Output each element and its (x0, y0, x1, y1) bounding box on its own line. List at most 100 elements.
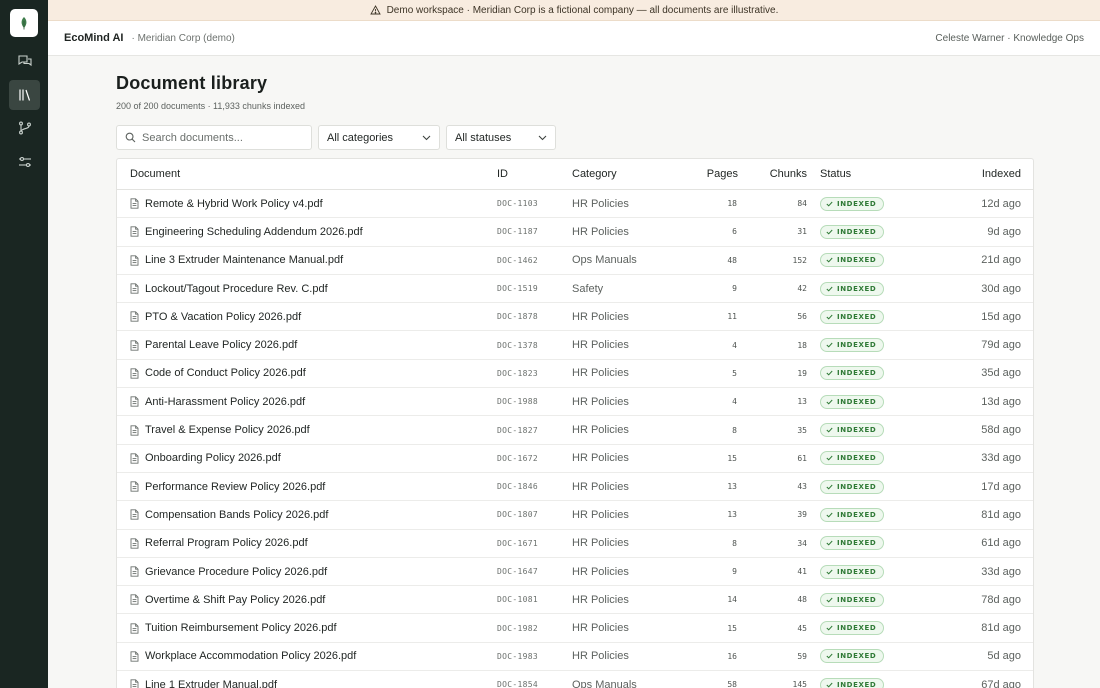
document-cell[interactable]: Parental Leave Policy 2026.pdf (130, 339, 297, 351)
table-row[interactable]: Line 1 Extruder Manual.pdf DOC-1854 Ops … (117, 671, 1033, 688)
col-header-status[interactable]: Status (820, 168, 851, 180)
document-cell[interactable]: Line 3 Extruder Maintenance Manual.pdf (130, 254, 343, 266)
col-header-chunks[interactable]: Chunks (770, 168, 807, 180)
document-name[interactable]: Parental Leave Policy 2026.pdf (145, 339, 297, 351)
document-name[interactable]: Compensation Bands Policy 2026.pdf (145, 509, 328, 521)
document-id: DOC-1103 (497, 199, 538, 209)
status-label: INDEXED (837, 510, 877, 519)
check-icon (826, 484, 833, 490)
table-row[interactable]: Parental Leave Policy 2026.pdf DOC-1378 … (117, 331, 1033, 360)
document-cell[interactable]: Grievance Procedure Policy 2026.pdf (130, 566, 327, 578)
document-name[interactable]: Overtime & Shift Pay Policy 2026.pdf (145, 594, 325, 606)
search-box[interactable] (116, 125, 312, 150)
table-row[interactable]: Lockout/Tagout Procedure Rev. C.pdf DOC-… (117, 275, 1033, 304)
table-row[interactable]: Tuition Reimbursement Policy 2026.pdf DO… (117, 614, 1033, 643)
document-name[interactable]: Onboarding Policy 2026.pdf (145, 452, 281, 464)
document-category: Ops Manuals (572, 678, 637, 688)
table-row[interactable]: Code of Conduct Policy 2026.pdf DOC-1823… (117, 360, 1033, 389)
col-header-id[interactable]: ID (497, 168, 508, 180)
document-pages: 8 (732, 538, 737, 548)
search-input[interactable] (142, 131, 302, 144)
status-select[interactable]: All statuses (446, 125, 556, 150)
document-name[interactable]: Anti-Harassment Policy 2026.pdf (145, 396, 305, 408)
table-row[interactable]: Onboarding Policy 2026.pdf DOC-1672 HR P… (117, 445, 1033, 473)
table-row[interactable]: Compensation Bands Policy 2026.pdf DOC-1… (117, 501, 1033, 530)
document-category: HR Policies (572, 424, 629, 437)
document-cell[interactable]: Line 1 Extruder Manual.pdf (130, 679, 277, 688)
document-name[interactable]: Tuition Reimbursement Policy 2026.pdf (145, 622, 337, 634)
table-row[interactable]: Grievance Procedure Policy 2026.pdf DOC-… (117, 558, 1033, 587)
document-name[interactable]: Performance Review Policy 2026.pdf (145, 481, 325, 493)
document-cell[interactable]: Lockout/Tagout Procedure Rev. C.pdf (130, 283, 328, 295)
library-icon (18, 89, 30, 101)
file-icon (130, 651, 139, 662)
document-chunks: 41 (797, 567, 807, 576)
document-cell[interactable]: Performance Review Policy 2026.pdf (130, 481, 325, 493)
status-label: INDEXED (837, 284, 877, 293)
table-row[interactable]: Referral Program Policy 2026.pdf DOC-167… (117, 530, 1033, 558)
document-cell[interactable]: Tuition Reimbursement Policy 2026.pdf (130, 622, 337, 634)
document-chunks: 61 (797, 453, 807, 463)
document-cell[interactable]: Engineering Scheduling Addendum 2026.pdf (130, 226, 363, 238)
brand-name[interactable]: EcoMind AI (64, 32, 123, 44)
document-name[interactable]: PTO & Vacation Policy 2026.pdf (145, 311, 301, 323)
search-icon (125, 132, 136, 143)
col-header-document[interactable]: Document (130, 168, 180, 180)
document-name[interactable]: Line 3 Extruder Maintenance Manual.pdf (145, 254, 343, 266)
document-cell[interactable]: Workplace Accommodation Policy 2026.pdf (130, 650, 356, 662)
document-name[interactable]: Referral Program Policy 2026.pdf (145, 537, 308, 549)
status-badge: INDEXED (820, 564, 885, 579)
file-icon (130, 566, 139, 577)
document-cell[interactable]: PTO & Vacation Policy 2026.pdf (130, 311, 301, 323)
document-name[interactable]: Travel & Expense Policy 2026.pdf (145, 424, 310, 436)
rail-settings-button[interactable] (9, 147, 40, 177)
document-name[interactable]: Engineering Scheduling Addendum 2026.pdf (145, 226, 363, 238)
document-name[interactable]: Code of Conduct Policy 2026.pdf (145, 367, 306, 379)
document-cell[interactable]: Code of Conduct Policy 2026.pdf (130, 367, 306, 379)
document-name[interactable]: Line 1 Extruder Manual.pdf (145, 679, 277, 688)
document-name[interactable]: Grievance Procedure Policy 2026.pdf (145, 566, 327, 578)
table-row[interactable]: Travel & Expense Policy 2026.pdf DOC-182… (117, 416, 1033, 445)
status-badge: INDEXED (820, 536, 885, 551)
document-cell[interactable]: Anti-Harassment Policy 2026.pdf (130, 396, 305, 408)
table-row[interactable]: Remote & Hybrid Work Policy v4.pdf DOC-1… (117, 190, 1033, 219)
document-category: HR Policies (572, 367, 629, 380)
document-indexed: 21d ago (981, 254, 1021, 267)
user-info[interactable]: Celeste Warner · Knowledge Ops (935, 33, 1084, 44)
document-cell[interactable]: Overtime & Shift Pay Policy 2026.pdf (130, 594, 325, 606)
document-indexed: 17d ago (981, 480, 1021, 493)
table-row[interactable]: Line 3 Extruder Maintenance Manual.pdf D… (117, 247, 1033, 275)
table-row[interactable]: Anti-Harassment Policy 2026.pdf DOC-1988… (117, 388, 1033, 417)
table-row[interactable]: Overtime & Shift Pay Policy 2026.pdf DOC… (117, 586, 1033, 615)
status-cell: INDEXED (820, 224, 885, 239)
document-chunks: 56 (797, 312, 807, 322)
app-logo[interactable] (10, 9, 38, 37)
document-cell[interactable]: Remote & Hybrid Work Policy v4.pdf (130, 198, 323, 210)
document-cell[interactable]: Compensation Bands Policy 2026.pdf (130, 509, 328, 521)
document-cell[interactable]: Travel & Expense Policy 2026.pdf (130, 424, 310, 436)
col-header-category[interactable]: Category (572, 168, 617, 180)
document-cell[interactable]: Referral Program Policy 2026.pdf (130, 537, 308, 549)
table-row[interactable]: PTO & Vacation Policy 2026.pdf DOC-1878 … (117, 303, 1033, 332)
document-chunks: 48 (797, 595, 807, 605)
document-name[interactable]: Lockout/Tagout Procedure Rev. C.pdf (145, 283, 328, 295)
col-header-indexed[interactable]: Indexed (982, 168, 1021, 180)
document-name[interactable]: Remote & Hybrid Work Policy v4.pdf (145, 198, 323, 210)
rail-chat-button[interactable] (9, 46, 40, 76)
document-chunks: 39 (797, 510, 807, 520)
file-icon (130, 368, 139, 379)
document-id: DOC-1846 (497, 482, 538, 492)
rail-branch-button[interactable] (9, 113, 40, 143)
category-select[interactable]: All categories (318, 125, 440, 150)
table-row[interactable]: Workplace Accommodation Policy 2026.pdf … (117, 643, 1033, 672)
document-category: HR Policies (572, 339, 629, 352)
table-row[interactable]: Engineering Scheduling Addendum 2026.pdf… (117, 218, 1033, 247)
document-name[interactable]: Workplace Accommodation Policy 2026.pdf (145, 650, 356, 662)
rail-library-button[interactable] (9, 80, 40, 110)
document-cell[interactable]: Onboarding Policy 2026.pdf (130, 452, 281, 464)
document-chunks: 35 (797, 425, 807, 435)
status-label: INDEXED (837, 680, 877, 688)
document-category: HR Policies (572, 310, 629, 323)
col-header-pages[interactable]: Pages (707, 168, 738, 180)
table-row[interactable]: Performance Review Policy 2026.pdf DOC-1… (117, 473, 1033, 502)
